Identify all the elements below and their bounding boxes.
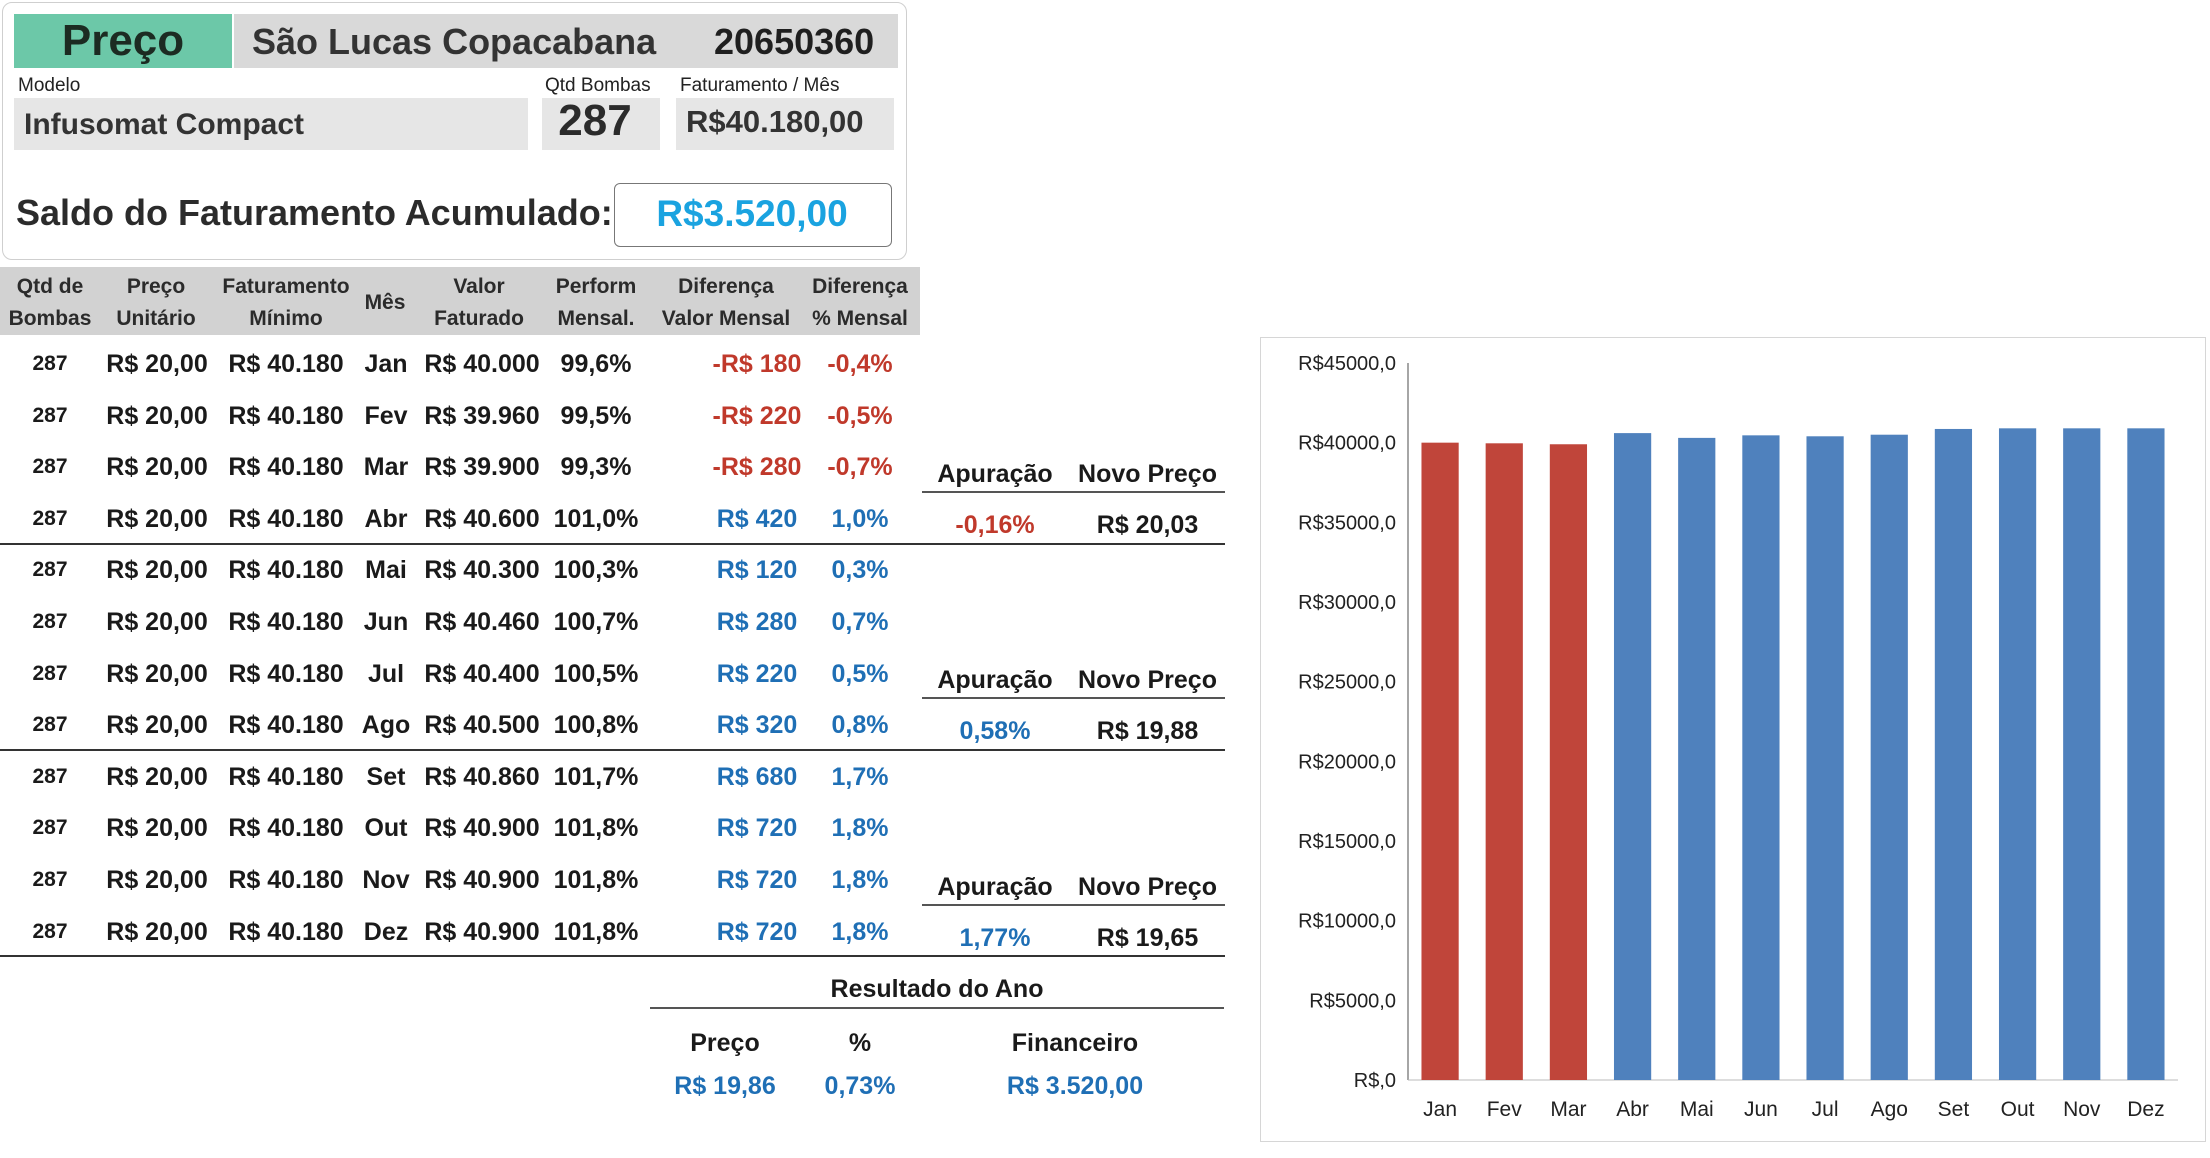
y-tick-label: R$10000,0 [1298, 911, 1396, 933]
apuracao-underline [922, 697, 1225, 699]
bar-ago [1870, 434, 1908, 1080]
y-tick-label: R$5000,0 [1309, 990, 1396, 1012]
novo-preco-value: R$ 19,88 [1096, 717, 1199, 745]
bar-jan [1421, 442, 1459, 1081]
novo-preco-value: R$ 19,65 [1096, 924, 1199, 952]
bar-nov [2063, 428, 2101, 1080]
resultado-fin-value: R$ 3.520,00 [1006, 1072, 1144, 1100]
bar-fev [1485, 443, 1523, 1080]
x-tick-label: Jul [1812, 1098, 1839, 1121]
resultado-underline [650, 1007, 1224, 1009]
x-tick-label: Jan [1423, 1098, 1457, 1121]
apuracao-value: 1,77% [959, 924, 1031, 952]
x-tick-label: Out [2001, 1098, 2035, 1121]
apuracao-underline [922, 491, 1225, 493]
bar-mar [1549, 444, 1588, 1080]
x-tick-label: Abr [1616, 1098, 1649, 1121]
apuracao-group: Apuração Novo Preço -0,16% R$ 20,03 Apuração… [0, 0, 1240, 1000]
y-tick-label: R$20000,0 [1298, 751, 1396, 773]
resultado-preco-value: R$ 19,86 [674, 1072, 776, 1100]
apuracao-value: 0,58% [959, 717, 1031, 745]
y-tick-label: R$45000,0 [1298, 353, 1396, 375]
y-tick-label: R$35000,0 [1298, 512, 1396, 534]
apuracao-value: -0,16% [955, 511, 1035, 539]
x-tick-label: Ago [1871, 1098, 1908, 1121]
bar-mai [1678, 437, 1716, 1080]
x-tick-label: Mar [1550, 1098, 1586, 1121]
y-tick-label: R$15000,0 [1298, 831, 1396, 853]
y-tick-label: R$30000,0 [1298, 592, 1396, 614]
bar-chart: R$,0 R$5000,0 R$10000,0 R$15000,0 R$20000,0 R… [1298, 353, 2178, 1121]
bar-out [1998, 428, 2037, 1080]
x-tick-label: Set [1938, 1098, 1970, 1121]
y-tick-label: R$40000,0 [1298, 433, 1396, 455]
bar-jun [1742, 435, 1780, 1080]
x-tick-label: Jun [1744, 1098, 1778, 1121]
apuracao-underline [922, 904, 1225, 906]
x-tick-label: Nov [2063, 1098, 2101, 1121]
bar-jul [1806, 436, 1844, 1080]
bar-set [1934, 428, 1973, 1080]
x-tick-label: Fev [1487, 1098, 1523, 1121]
novo-preco-value: R$ 20,03 [1096, 511, 1199, 539]
bar-dez [2127, 428, 2165, 1080]
y-tick-label: R$,0 [1354, 1070, 1396, 1092]
y-tick-label: R$25000,0 [1298, 672, 1396, 694]
bar-abr [1613, 433, 1652, 1080]
resultado-pct-value: 0,73% [824, 1072, 896, 1100]
x-tick-label: Mai [1680, 1098, 1714, 1121]
x-tick-label: Dez [2127, 1098, 2164, 1121]
